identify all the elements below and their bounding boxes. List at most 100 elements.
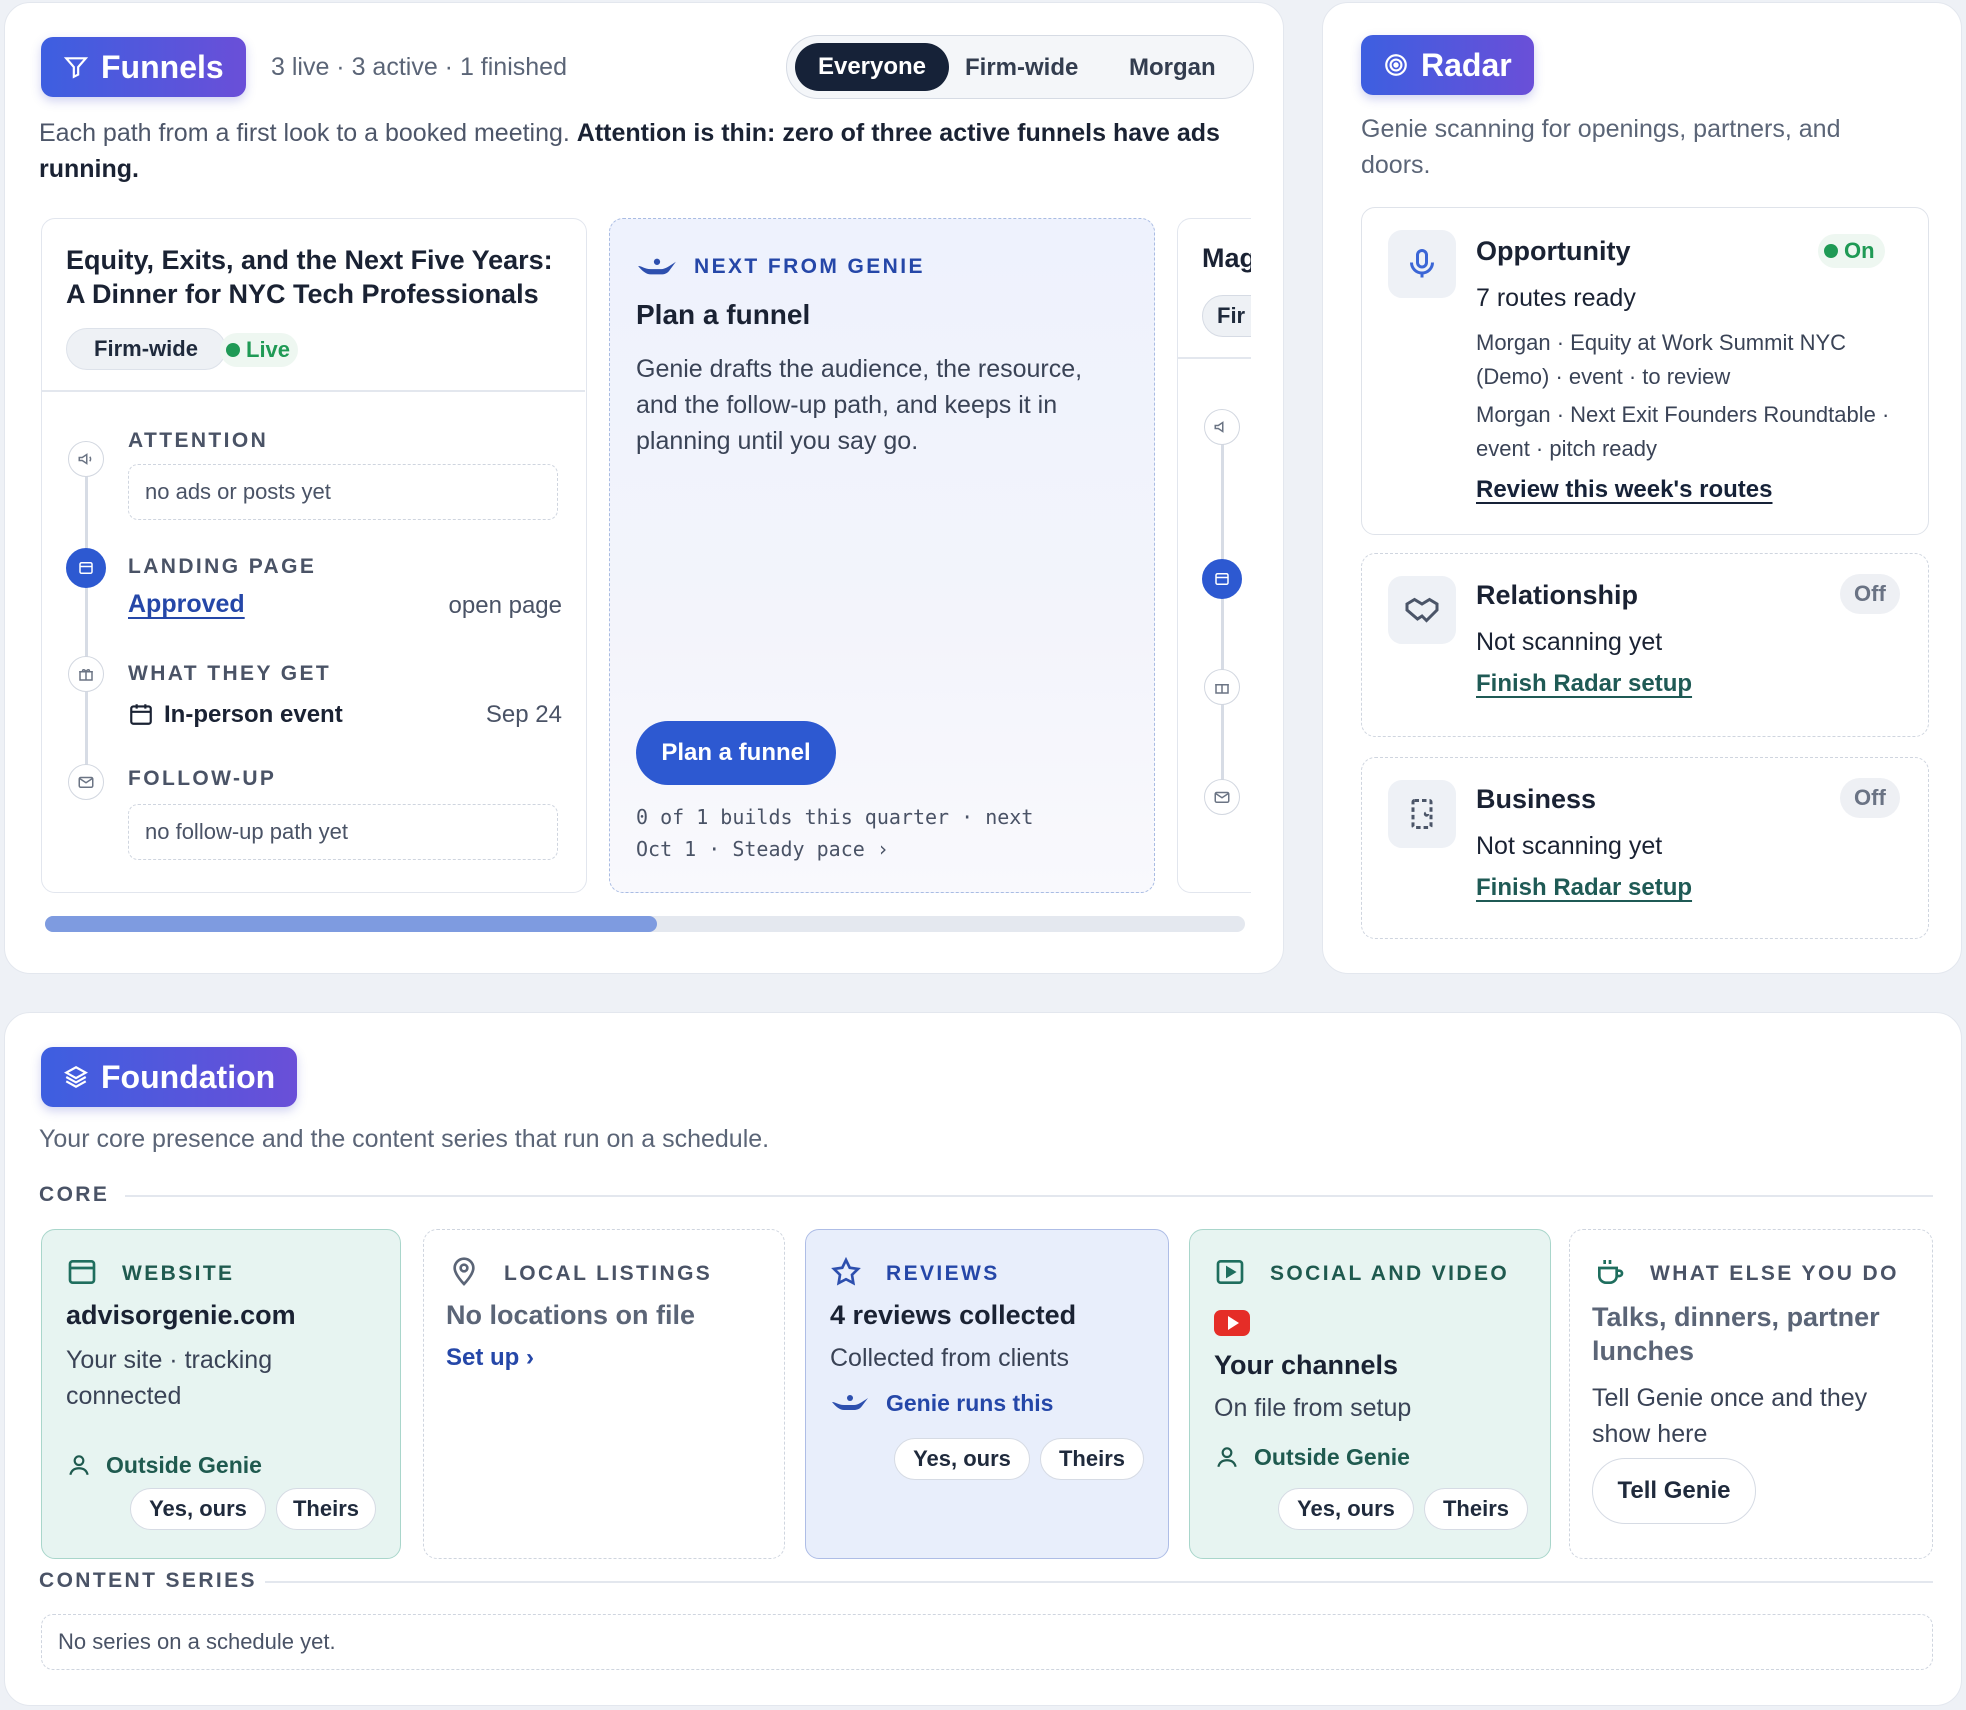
yes-ours-button[interactable]: Yes, ours xyxy=(1278,1488,1414,1530)
open-page-link[interactable]: open page xyxy=(449,592,562,620)
person-icon xyxy=(1217,1447,1237,1468)
genie-meta-2[interactable]: Oct 1 · Steady pace › xyxy=(636,837,889,861)
layers-icon xyxy=(64,1066,88,1088)
radar-description: Genie scanning for openings, partners, a… xyxy=(1361,115,1841,179)
attention-label: ATTENTION xyxy=(128,429,269,452)
yes-ours-button[interactable]: Yes, ours xyxy=(130,1488,266,1530)
timeline-line xyxy=(85,459,88,789)
listings-card[interactable]: LOCAL LISTINGS No locations on file Set … xyxy=(423,1229,785,1559)
reviews-label: REVIEWS xyxy=(886,1262,1000,1285)
calendar-icon xyxy=(130,704,152,725)
business-card[interactable]: Business Off Not scanning yet Finish Rad… xyxy=(1361,757,1929,939)
funnel-card-clip: Mag Fir xyxy=(1177,218,1251,893)
megaphone-icon xyxy=(1204,409,1240,445)
horizontal-scrollbar[interactable] xyxy=(45,916,1245,932)
divider xyxy=(42,390,585,392)
attention-value: no ads or posts yet xyxy=(128,464,558,520)
social-label: SOCIAL AND VIDEO xyxy=(1270,1262,1510,1285)
what-else-title: Talks, dinners, partner lunches xyxy=(1592,1302,1880,1366)
on-dot-icon xyxy=(1824,244,1838,258)
website-label: WEBSITE xyxy=(122,1262,235,1285)
content-series-label: CONTENT SERIES xyxy=(39,1569,257,1592)
review-routes-link[interactable]: Review this week's routes xyxy=(1476,476,1773,504)
website-card[interactable]: WEBSITE advisorgenie.com Your site · tra… xyxy=(41,1229,401,1559)
filter-icon xyxy=(63,57,89,79)
location-pin-icon xyxy=(453,1257,475,1286)
relationship-card[interactable]: Relationship Off Not scanning yet Finish… xyxy=(1361,553,1929,737)
genie-card: NEXT FROM GENIE Plan a funnel Genie draf… xyxy=(609,218,1155,893)
genie-body: Genie drafts the audience, the resource,… xyxy=(636,355,1083,455)
reviews-body: Collected from clients xyxy=(830,1344,1069,1372)
set-up-link[interactable]: Set up › xyxy=(446,1344,534,1372)
coffee-cup-icon xyxy=(1598,1260,1624,1284)
live-status: Live xyxy=(220,333,299,367)
divider xyxy=(1178,357,1251,359)
tell-genie-button[interactable]: Tell Genie xyxy=(1592,1458,1756,1524)
microphone-icon xyxy=(1388,230,1456,298)
relationship-status: Off xyxy=(1840,574,1900,614)
on-status: On xyxy=(1818,234,1885,268)
funnels-desc-plain: Each path from a first look to a booked … xyxy=(39,119,577,147)
video-play-icon xyxy=(1216,1260,1244,1284)
what-else-body: Tell Genie once and they show here xyxy=(1592,1384,1868,1448)
business-title: Business xyxy=(1476,784,1597,814)
what-else-card[interactable]: WHAT ELSE YOU DO Talks, dinners, partner… xyxy=(1569,1229,1933,1559)
filter-firm-wide[interactable]: Firm-wide xyxy=(965,54,1078,82)
genie-title: Plan a funnel xyxy=(636,299,811,330)
route-item: Morgan · Next Exit Founders Roundtable ·… xyxy=(1476,402,1890,461)
youtube-icon xyxy=(1214,1310,1250,1336)
funnels-description: Each path from a first look to a booked … xyxy=(39,115,1239,187)
on-label: On xyxy=(1844,238,1875,263)
reviews-title: 4 reviews collected xyxy=(830,1300,1077,1330)
yes-ours-button[interactable]: Yes, ours xyxy=(894,1438,1030,1480)
business-status: Off xyxy=(1840,778,1900,818)
funnel-card[interactable]: Equity, Exits, and the Next Five Years: … xyxy=(41,218,587,893)
listings-title: No locations on file xyxy=(446,1300,696,1330)
follow-up-label: FOLLOW-UP xyxy=(128,767,277,790)
funnels-stats: 3 live · 3 active · 1 finished xyxy=(271,53,567,81)
social-card[interactable]: SOCIAL AND VIDEO Your channels On file f… xyxy=(1189,1229,1551,1559)
reviews-card[interactable]: REVIEWS 4 reviews collected Collected fr… xyxy=(805,1229,1169,1559)
radar-badge: Radar xyxy=(1361,35,1534,95)
live-dot-icon xyxy=(226,343,240,357)
scrollbar-thumb[interactable] xyxy=(45,916,657,932)
plan-funnel-button[interactable]: Plan a funnel xyxy=(636,721,836,785)
funnel-title-partial: Mag xyxy=(1202,243,1251,273)
page-icon xyxy=(66,548,106,588)
handshake-icon xyxy=(1388,576,1456,644)
funnel-card-partial[interactable]: Mag Fir xyxy=(1177,218,1251,893)
mail-icon xyxy=(68,764,104,800)
theirs-button[interactable]: Theirs xyxy=(1424,1488,1528,1530)
funnel-tag-partial: Fir xyxy=(1202,295,1251,337)
divider xyxy=(265,1581,1933,1583)
filter-morgan[interactable]: Morgan xyxy=(1129,54,1216,82)
follow-up-value-text: no follow-up path yet xyxy=(145,819,349,844)
get-value: In-person event xyxy=(164,701,343,728)
funnel-tag: Firm-wide xyxy=(66,328,226,370)
reviews-owner: Genie runs this xyxy=(886,1390,1054,1416)
website-owner: Outside Genie xyxy=(106,1452,262,1478)
finish-setup-link[interactable]: Finish Radar setup xyxy=(1476,670,1692,698)
radar-title: Radar xyxy=(1421,46,1512,83)
opportunity-card[interactable]: Opportunity On 7 routes ready Morgan · E… xyxy=(1361,207,1929,535)
target-icon xyxy=(1385,54,1407,76)
mail-icon xyxy=(1204,779,1240,815)
filter-everyone[interactable]: Everyone xyxy=(795,43,949,91)
genie-lamp-icon xyxy=(832,1395,868,1410)
series-empty-text: No series on a schedule yet. xyxy=(58,1629,336,1654)
listings-label: LOCAL LISTINGS xyxy=(504,1262,713,1285)
finish-setup-link[interactable]: Finish Radar setup xyxy=(1476,874,1692,902)
business-subtitle: Not scanning yet xyxy=(1476,832,1663,860)
theirs-button[interactable]: Theirs xyxy=(1040,1438,1144,1480)
landing-approved-link[interactable]: Approved xyxy=(128,590,245,619)
divider xyxy=(125,1195,1933,1197)
star-icon xyxy=(831,1256,861,1286)
browser-icon xyxy=(68,1260,96,1284)
audience-filter: Everyone Firm-wide Morgan xyxy=(786,35,1254,99)
social-body: On file from setup xyxy=(1214,1394,1412,1422)
genie-lamp-icon xyxy=(638,258,676,275)
theirs-button[interactable]: Theirs xyxy=(276,1488,376,1530)
radar-panel: Radar Genie scanning for openings, partn… xyxy=(1322,2,1962,974)
website-body: Your site · tracking connected xyxy=(66,1346,273,1410)
funnels-panel: Funnels 3 live · 3 active · 1 finished E… xyxy=(4,2,1284,974)
